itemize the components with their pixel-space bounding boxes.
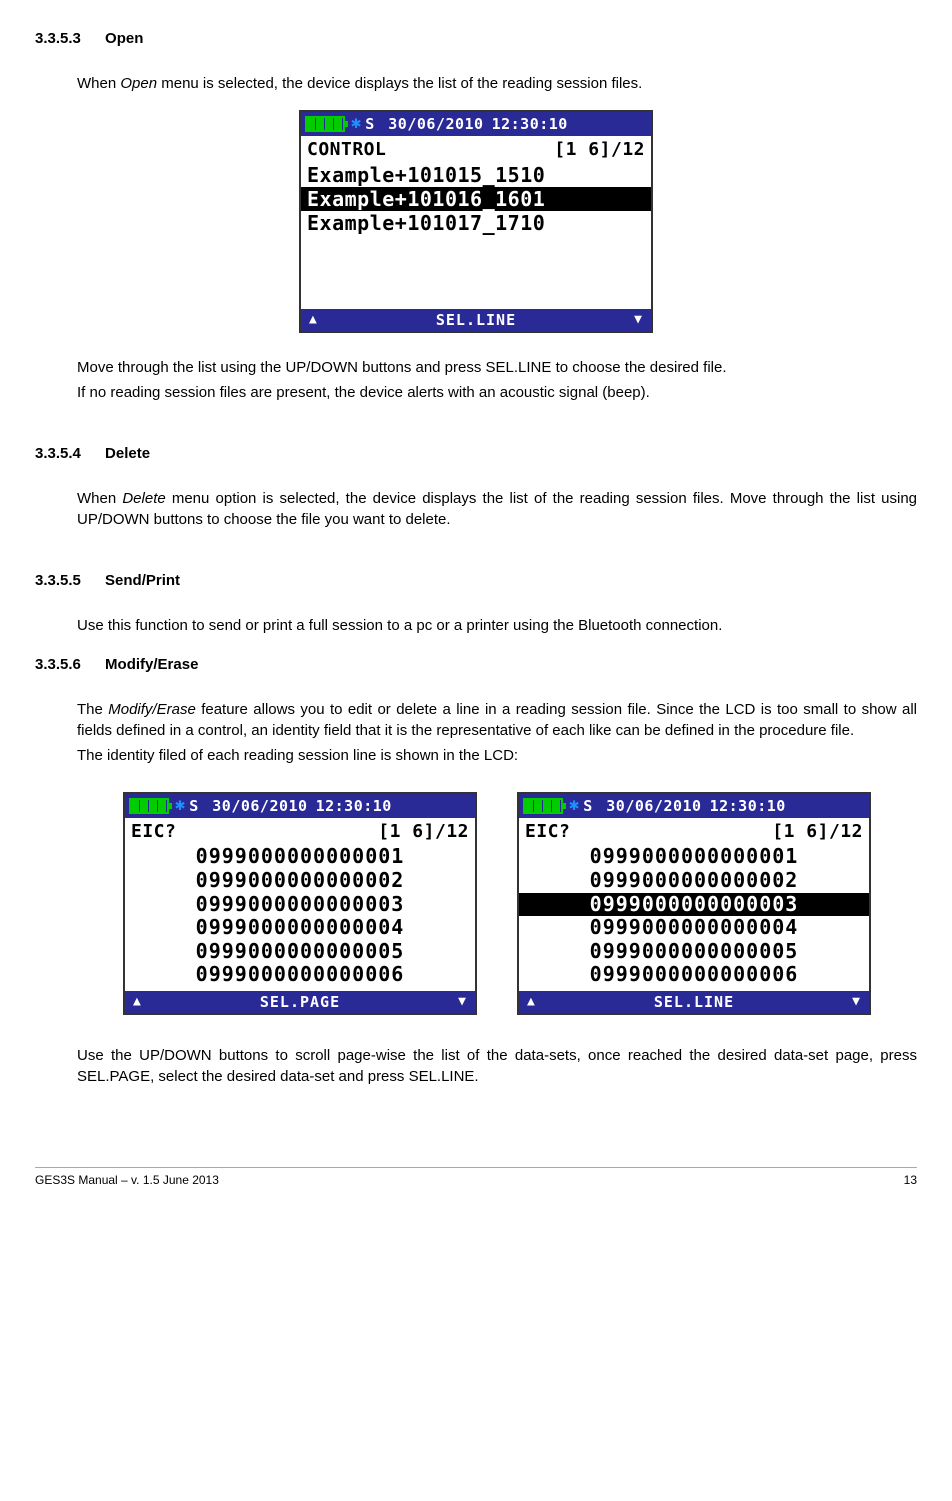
- list-item: 0999000000000001: [519, 845, 869, 869]
- status-time: 12:30:10: [316, 796, 392, 817]
- status-time: 12:30:10: [710, 796, 786, 817]
- lcd-file-list: Example+101015_1510 Example+101016_1601 …: [301, 163, 651, 309]
- lcd-selline-screenshot: ✱ S 30/06/2010 12:30:10 EIC? [1 6]/12 09…: [517, 792, 871, 1015]
- lcd-status-bar: ✱ S 30/06/2010 12:30:10: [125, 794, 475, 818]
- list-item: 0999000000000005: [519, 940, 869, 964]
- lcd-footer: ▲ SEL.PAGE ▼: [125, 991, 475, 1013]
- up-arrow-icon: ▲: [527, 993, 536, 1011]
- lcd-title-left: EIC?: [525, 819, 570, 844]
- heading-num: 3.3.5.5: [35, 572, 81, 589]
- para-sendprint: Use this function to send or print a ful…: [35, 615, 917, 636]
- heading-num: 3.3.5.6: [35, 656, 81, 673]
- down-arrow-icon: ▼: [458, 993, 467, 1011]
- list-item: 0999000000000002: [125, 869, 475, 893]
- bluetooth-icon: ✱: [351, 112, 361, 136]
- heading-title: Modify/Erase: [105, 656, 198, 673]
- bluetooth-icon: ✱: [175, 794, 185, 818]
- para-delete: When Delete menu option is selected, the…: [35, 488, 917, 530]
- down-arrow-icon: ▼: [852, 993, 861, 1011]
- heading-sendprint: 3.3.5.5 Send/Print: [35, 570, 917, 591]
- lcd-eic-list: 0999000000000001 0999000000000002 099900…: [125, 845, 475, 991]
- heading-title: Delete: [105, 445, 150, 462]
- lcd-selpage-screenshot: ✱ S 30/06/2010 12:30:10 EIC? [1 6]/12 09…: [123, 792, 477, 1015]
- lcd-title-left: CONTROL: [307, 137, 386, 162]
- lcd-status-bar: ✱ S 30/06/2010 12:30:10: [301, 112, 651, 136]
- para-scroll-instructions: Use the UP/DOWN buttons to scroll page-w…: [35, 1045, 917, 1087]
- list-item: 0999000000000002: [519, 869, 869, 893]
- list-item: 0999000000000004: [125, 916, 475, 940]
- para-open-intro: When Open menu is selected, the device d…: [35, 73, 917, 94]
- page-footer: GES3S Manual – v. 1.5 June 2013 13: [35, 1167, 917, 1189]
- list-item: 0999000000000004: [519, 916, 869, 940]
- status-date: 30/06/2010: [606, 796, 701, 817]
- footer-right: 13: [904, 1172, 917, 1189]
- heading-num: 3.3.5.3: [35, 30, 81, 47]
- heading-title: Send/Print: [105, 572, 180, 589]
- lcd-status-bar: ✱ S 30/06/2010 12:30:10: [519, 794, 869, 818]
- list-item: 0999000000000005: [125, 940, 475, 964]
- list-item: Example+101015_1510: [301, 163, 651, 187]
- heading-num: 3.3.5.4: [35, 445, 81, 462]
- lcd-eic-list: 0999000000000001 0999000000000002 099900…: [519, 845, 869, 991]
- lcd-title-right: [1 6]/12: [378, 819, 469, 844]
- list-item-selected: Example+101016_1601: [301, 187, 651, 211]
- footer-label: SEL.LINE: [318, 310, 634, 331]
- status-date: 30/06/2010: [388, 114, 483, 135]
- battery-icon: [305, 116, 345, 132]
- status-s: S: [583, 796, 592, 817]
- lcd-title-row: CONTROL [1 6]/12: [301, 136, 651, 163]
- lcd-open-screenshot: ✱ S 30/06/2010 12:30:10 CONTROL [1 6]/12…: [299, 110, 653, 333]
- lcd-title-right: [1 6]/12: [772, 819, 863, 844]
- bluetooth-icon: ✱: [569, 794, 579, 818]
- battery-icon: [129, 798, 169, 814]
- status-s: S: [189, 796, 198, 817]
- footer-label: SEL.PAGE: [142, 992, 458, 1013]
- lcd-title-left: EIC?: [131, 819, 176, 844]
- heading-open: 3.3.5.3 Open: [35, 28, 917, 49]
- list-item: 0999000000000006: [519, 963, 869, 987]
- heading-modifyerase: 3.3.5.6 Modify/Erase: [35, 654, 917, 675]
- list-item: Example+101017_1710: [301, 211, 651, 235]
- para-modifyerase: The Modify/Erase feature allows you to e…: [35, 699, 917, 766]
- lcd-footer: ▲ SEL.LINE ▼: [301, 309, 651, 331]
- list-item: 0999000000000006: [125, 963, 475, 987]
- list-item: 0999000000000001: [125, 845, 475, 869]
- status-s: S: [365, 114, 374, 135]
- lcd-title-row: EIC? [1 6]/12: [125, 818, 475, 845]
- heading-delete: 3.3.5.4 Delete: [35, 443, 917, 464]
- lcd-footer: ▲ SEL.LINE ▼: [519, 991, 869, 1013]
- lcd-title-right: [1 6]/12: [554, 137, 645, 162]
- lcd-title-row: EIC? [1 6]/12: [519, 818, 869, 845]
- up-arrow-icon: ▲: [309, 311, 318, 329]
- footer-label: SEL.LINE: [536, 992, 852, 1013]
- heading-title: Open: [105, 30, 143, 47]
- down-arrow-icon: ▼: [634, 311, 643, 329]
- battery-icon: [523, 798, 563, 814]
- up-arrow-icon: ▲: [133, 993, 142, 1011]
- status-time: 12:30:10: [492, 114, 568, 135]
- status-date: 30/06/2010: [212, 796, 307, 817]
- list-item-selected: 0999000000000003: [519, 893, 869, 917]
- para-open-instructions: Move through the list using the UP/DOWN …: [35, 357, 917, 403]
- footer-left: GES3S Manual – v. 1.5 June 2013: [35, 1172, 219, 1189]
- list-item: 0999000000000003: [125, 893, 475, 917]
